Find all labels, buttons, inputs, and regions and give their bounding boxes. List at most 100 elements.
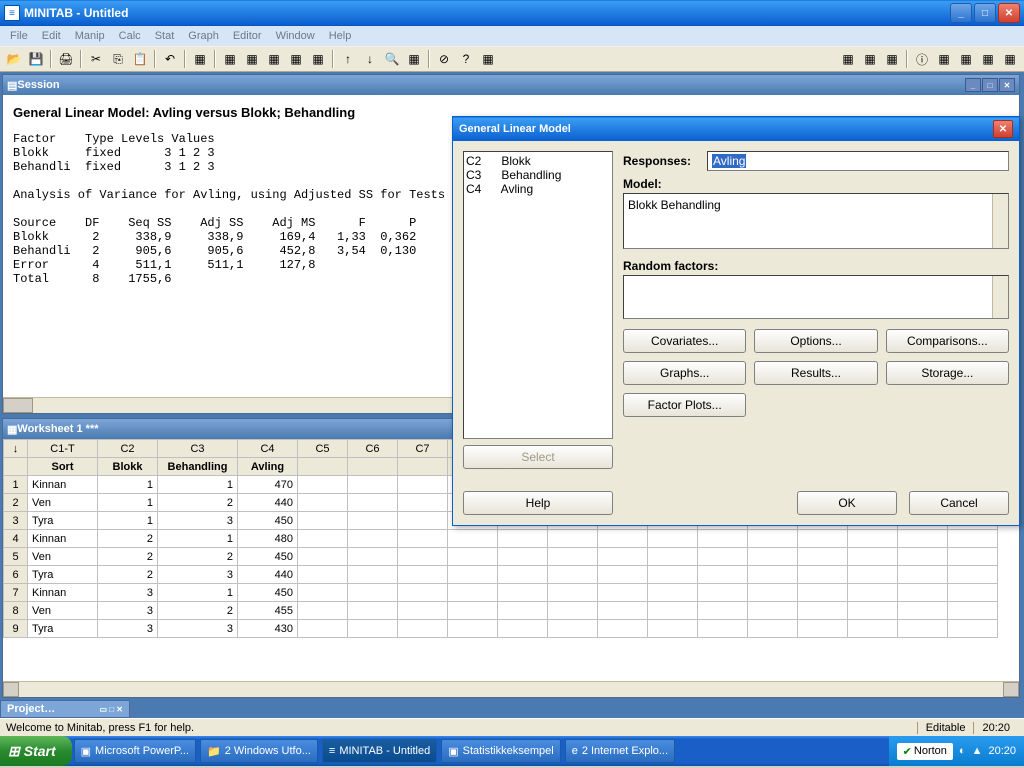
column-header[interactable]: C5 <box>298 440 348 458</box>
tool-icon[interactable]: ▦ <box>860 49 880 69</box>
task-item[interactable]: e2 Internet Explo... <box>565 739 675 763</box>
cell[interactable] <box>298 530 348 548</box>
column-name[interactable]: Sort <box>28 458 98 476</box>
cell[interactable] <box>948 602 998 620</box>
cell[interactable] <box>298 512 348 530</box>
cell[interactable] <box>448 620 498 638</box>
row-header[interactable]: 9 <box>4 620 28 638</box>
tool-icon[interactable]: ▦ <box>1000 49 1020 69</box>
cell[interactable] <box>398 476 448 494</box>
column-header[interactable]: C6 <box>348 440 398 458</box>
menu-manip[interactable]: Manip <box>69 28 111 44</box>
row-header[interactable]: 8 <box>4 602 28 620</box>
session-titlebar[interactable]: ▤ Session _ □ ✕ <box>3 75 1019 95</box>
cell[interactable]: 1 <box>98 476 158 494</box>
cell[interactable] <box>398 566 448 584</box>
cell[interactable] <box>948 548 998 566</box>
cell[interactable] <box>848 602 898 620</box>
cell[interactable] <box>348 494 398 512</box>
cell[interactable]: 450 <box>238 584 298 602</box>
cell[interactable] <box>498 548 548 566</box>
column-header[interactable]: C1-T <box>28 440 98 458</box>
cell[interactable]: 1 <box>158 476 238 494</box>
column-header[interactable]: C2 <box>98 440 158 458</box>
cell[interactable] <box>698 584 748 602</box>
cell[interactable] <box>548 602 598 620</box>
cell[interactable]: 2 <box>98 548 158 566</box>
tool-icon[interactable]: ▦ <box>190 49 210 69</box>
row-header[interactable]: 3 <box>4 512 28 530</box>
cell[interactable] <box>798 584 848 602</box>
cell[interactable] <box>798 566 848 584</box>
cell[interactable] <box>848 584 898 602</box>
cell[interactable] <box>798 602 848 620</box>
norton-badge[interactable]: ✔Norton <box>897 743 953 760</box>
cell[interactable] <box>348 566 398 584</box>
cell[interactable] <box>898 584 948 602</box>
column-name[interactable] <box>348 458 398 476</box>
cell[interactable] <box>548 530 598 548</box>
results-button[interactable]: Results... <box>754 361 877 385</box>
factorplots-button[interactable]: Factor Plots... <box>623 393 746 417</box>
cell[interactable]: 440 <box>238 566 298 584</box>
cell[interactable] <box>898 530 948 548</box>
tool-icon[interactable]: ▦ <box>838 49 858 69</box>
cell[interactable] <box>398 494 448 512</box>
cell[interactable] <box>898 548 948 566</box>
cut-icon[interactable]: ✂ <box>86 49 106 69</box>
storage-button[interactable]: Storage... <box>886 361 1009 385</box>
cell[interactable]: Ven <box>28 602 98 620</box>
model-input[interactable]: Blokk Behandling <box>623 193 1009 249</box>
dialog-titlebar[interactable]: General Linear Model ✕ <box>453 117 1019 141</box>
cell[interactable] <box>598 530 648 548</box>
cell[interactable] <box>398 602 448 620</box>
cell[interactable] <box>398 584 448 602</box>
cell[interactable] <box>648 548 698 566</box>
cell[interactable]: 470 <box>238 476 298 494</box>
tool-icon[interactable]: ▦ <box>264 49 284 69</box>
cell[interactable]: Ven <box>28 548 98 566</box>
cell[interactable] <box>448 530 498 548</box>
cell[interactable] <box>398 512 448 530</box>
cell[interactable] <box>948 584 998 602</box>
cell[interactable]: 455 <box>238 602 298 620</box>
cell[interactable] <box>398 548 448 566</box>
cell[interactable] <box>848 620 898 638</box>
cell[interactable] <box>348 476 398 494</box>
cell[interactable] <box>298 566 348 584</box>
menu-editor[interactable]: Editor <box>227 28 268 44</box>
cell[interactable] <box>298 602 348 620</box>
cell[interactable]: Kinnan <box>28 476 98 494</box>
help-button[interactable]: Help <box>463 491 613 515</box>
task-item[interactable]: ▣Statistikkeksempel <box>441 739 561 763</box>
menu-edit[interactable]: Edit <box>36 28 67 44</box>
cell[interactable] <box>348 620 398 638</box>
cell[interactable]: 2 <box>158 602 238 620</box>
tool-icon[interactable]: ▦ <box>478 49 498 69</box>
menu-file[interactable]: File <box>4 28 34 44</box>
column-header[interactable]: C7 <box>398 440 448 458</box>
system-tray[interactable]: ✔Norton ◐ ▲ 20:20 <box>889 736 1024 766</box>
cell[interactable] <box>748 566 798 584</box>
tool-icon[interactable]: ▦ <box>404 49 424 69</box>
cell[interactable] <box>648 584 698 602</box>
cell[interactable]: 3 <box>98 620 158 638</box>
covariates-button[interactable]: Covariates... <box>623 329 746 353</box>
cell[interactable] <box>348 512 398 530</box>
cell[interactable] <box>448 548 498 566</box>
close-icon[interactable]: ✕ <box>999 78 1015 92</box>
maximize-button[interactable]: □ <box>974 3 996 23</box>
cell[interactable] <box>748 584 798 602</box>
cell[interactable]: 2 <box>158 548 238 566</box>
row-header[interactable]: 7 <box>4 584 28 602</box>
row-header[interactable]: 1 <box>4 476 28 494</box>
cell[interactable]: 3 <box>158 620 238 638</box>
cell[interactable] <box>498 620 548 638</box>
cell[interactable] <box>698 602 748 620</box>
cell[interactable] <box>748 620 798 638</box>
minimize-icon[interactable]: _ <box>965 78 981 92</box>
cell[interactable] <box>848 530 898 548</box>
column-name[interactable]: Behandling <box>158 458 238 476</box>
cell[interactable]: 3 <box>158 566 238 584</box>
cell[interactable] <box>598 566 648 584</box>
